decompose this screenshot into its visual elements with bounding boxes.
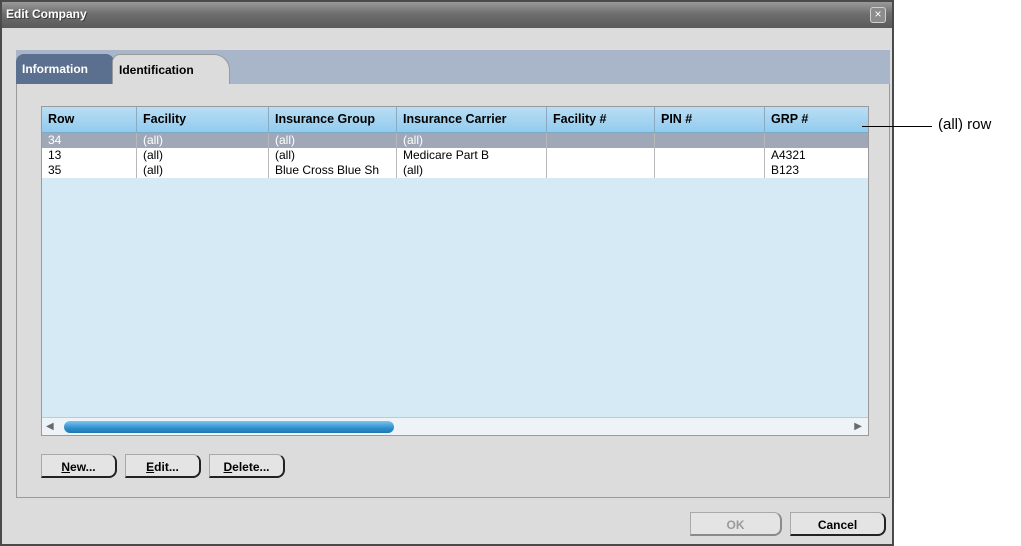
edit-accel: E — [146, 460, 155, 474]
cell-row: 34 — [42, 133, 137, 148]
table-row[interactable]: 34 (all) (all) (all) — [42, 133, 868, 148]
cell-grp-number — [765, 133, 868, 148]
column-header-facility-number[interactable]: Facility # — [547, 107, 655, 132]
horizontal-scrollbar[interactable]: ◀ ▶ — [42, 417, 868, 435]
identification-panel: Row Facility Insurance Group Insurance C… — [16, 84, 890, 498]
column-header-insurance-group[interactable]: Insurance Group — [269, 107, 397, 132]
close-icon[interactable]: × — [870, 7, 886, 23]
column-header-pin-number[interactable]: PIN # — [655, 107, 765, 132]
cell-grp-number: A4321 — [765, 148, 868, 163]
callout-line — [862, 126, 932, 127]
cell-insurance-carrier: (all) — [397, 133, 547, 148]
dialog-title: Edit Company — [6, 7, 87, 21]
title-bar[interactable]: Edit Company × — [2, 2, 892, 28]
delete-button[interactable]: Delete... — [209, 454, 285, 478]
cell-facility-number — [547, 148, 655, 163]
scroll-thumb[interactable] — [64, 421, 394, 433]
column-header-facility[interactable]: Facility — [137, 107, 269, 132]
edit-company-dialog: Edit Company × Information Identificatio… — [0, 0, 894, 546]
column-header-grp-number[interactable]: GRP # — [765, 107, 868, 132]
delete-label: elete... — [232, 460, 270, 474]
cell-insurance-group: Blue Cross Blue Sh — [269, 163, 397, 178]
cell-row: 13 — [42, 148, 137, 163]
edit-button[interactable]: Edit... — [125, 454, 201, 478]
column-header-row[interactable]: Row — [42, 107, 137, 132]
ok-button[interactable]: OK — [690, 512, 782, 536]
delete-accel: D — [223, 460, 233, 474]
cell-facility-number — [547, 163, 655, 178]
column-header-insurance-carrier[interactable]: Insurance Carrier — [397, 107, 547, 132]
cell-pin-number — [655, 148, 765, 163]
cell-row: 35 — [42, 163, 137, 178]
table-row[interactable]: 13 (all) (all) Medicare Part B A4321 — [42, 148, 868, 163]
table-row[interactable]: 35 (all) Blue Cross Blue Sh (all) B123 — [42, 163, 868, 178]
identification-grid: Row Facility Insurance Group Insurance C… — [41, 106, 869, 436]
edit-label: dit... — [154, 460, 179, 474]
cell-facility: (all) — [137, 133, 269, 148]
cell-grp-number: B123 — [765, 163, 868, 178]
cell-facility: (all) — [137, 163, 269, 178]
cell-insurance-group: (all) — [269, 133, 397, 148]
cancel-button[interactable]: Cancel — [790, 512, 886, 536]
cell-facility: (all) — [137, 148, 269, 163]
tab-strip: Information Identification — [16, 50, 890, 84]
tab-information[interactable]: Information — [16, 54, 114, 84]
tab-identification[interactable]: Identification — [112, 54, 230, 84]
scroll-right-icon[interactable]: ▶ — [854, 421, 862, 432]
grid-header: Row Facility Insurance Group Insurance C… — [42, 107, 868, 133]
cell-insurance-carrier: (all) — [397, 163, 547, 178]
cell-facility-number — [547, 133, 655, 148]
cell-pin-number — [655, 163, 765, 178]
new-accel: N — [61, 460, 71, 474]
cell-insurance-carrier: Medicare Part B — [397, 148, 547, 163]
cell-insurance-group: (all) — [269, 148, 397, 163]
callout-label: (all) row — [938, 116, 992, 133]
scroll-left-icon[interactable]: ◀ — [46, 421, 54, 432]
new-button[interactable]: New... — [41, 454, 117, 478]
new-label: ew... — [70, 460, 96, 474]
cell-pin-number — [655, 133, 765, 148]
